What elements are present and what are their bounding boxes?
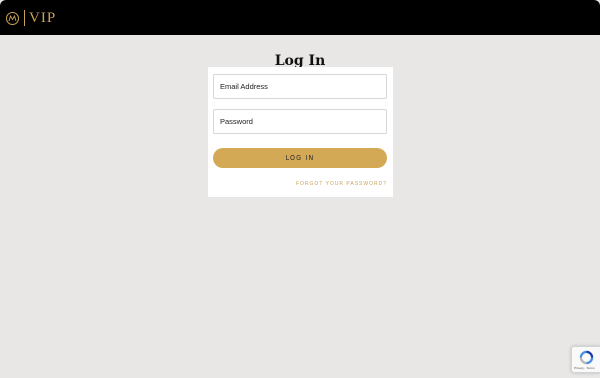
brand-logo[interactable]: VIP <box>6 9 56 27</box>
password-field[interactable] <box>213 109 387 134</box>
login-button[interactable]: LOG IN <box>213 148 387 168</box>
login-form: LOG IN FORGOT YOUR PASSWORD? <box>208 67 393 197</box>
recaptcha-icon <box>579 350 594 365</box>
logo-divider <box>24 10 25 26</box>
brand-monogram-icon <box>6 11 19 25</box>
forgot-password-link[interactable]: FORGOT YOUR PASSWORD? <box>296 181 387 187</box>
email-field[interactable] <box>213 74 387 99</box>
recaptcha-terms[interactable]: Privacy - Terms <box>574 366 595 370</box>
brand-name: VIP <box>29 10 57 26</box>
top-nav-bar: VIP <box>0 0 600 35</box>
recaptcha-badge[interactable]: Privacy - Terms <box>571 346 600 373</box>
